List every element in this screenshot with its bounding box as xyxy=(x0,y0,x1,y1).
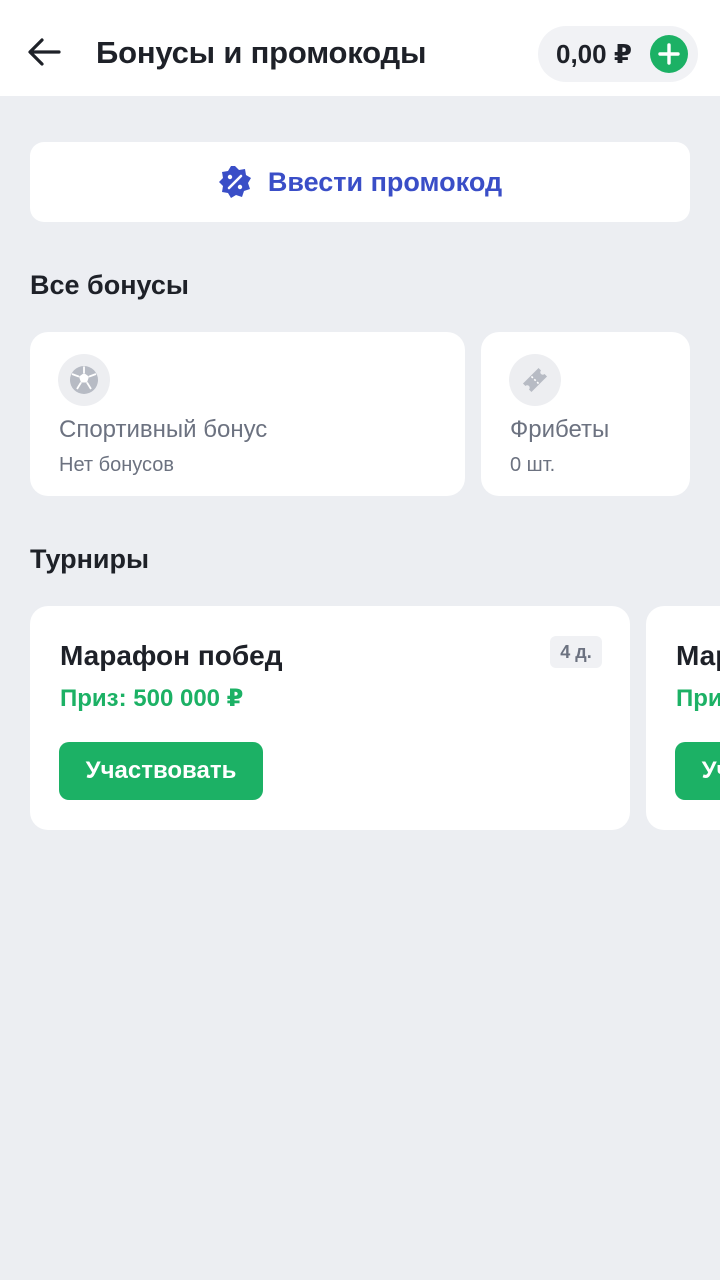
participate-button[interactable]: Участвовать xyxy=(59,742,263,800)
enter-promo-label: Ввести промокод xyxy=(267,166,503,197)
balance-button[interactable]: 0,00 ₽ xyxy=(538,26,698,82)
discount-badge-icon xyxy=(218,166,251,198)
bonuses-section-title: Все бонусы xyxy=(30,270,189,300)
page-title: Бонусы и промокоды xyxy=(96,35,427,70)
tournament-prize: Приз: 500 000 ₽ xyxy=(60,685,244,712)
arrow-left-icon xyxy=(28,38,61,66)
enter-promo-button[interactable]: Ввести промокод xyxy=(30,142,690,222)
tournament-prize: Приз: 500 000 ₽ xyxy=(676,685,720,712)
bonus-card-sport[interactable]: Спортивный бонус Нет бонусов xyxy=(30,332,465,496)
balance-amount: 0,00 ₽ xyxy=(556,39,632,69)
bonus-title: Фрибеты xyxy=(510,416,610,443)
bonus-card-freebets[interactable]: Фрибеты 0 шт. xyxy=(481,332,690,496)
tournament-title: Марафон побед xyxy=(60,640,283,671)
tournament-card[interactable]: Марафон побед Приз: 500 000 ₽ Участвоват… xyxy=(646,606,720,830)
back-button[interactable] xyxy=(24,32,64,72)
tournament-card[interactable]: Марафон побед Приз: 500 000 ₽ 4 д. Участ… xyxy=(30,606,630,830)
bonus-title: Спортивный бонус xyxy=(59,416,268,443)
bonus-subtitle: Нет бонусов xyxy=(59,454,174,476)
bonus-subtitle: 0 шт. xyxy=(510,454,556,476)
tournament-title: Марафон побед xyxy=(676,640,720,671)
tournaments-section-title: Турниры xyxy=(30,544,150,574)
tournament-time-badge: 4 д. xyxy=(550,636,602,668)
app-header: Бонусы и промокоды 0,00 ₽ xyxy=(0,0,720,96)
ticket-icon xyxy=(509,354,561,406)
soccer-ball-icon xyxy=(58,354,110,406)
plus-circle-icon[interactable] xyxy=(650,35,688,73)
participate-button[interactable]: Участвовать xyxy=(675,742,720,800)
